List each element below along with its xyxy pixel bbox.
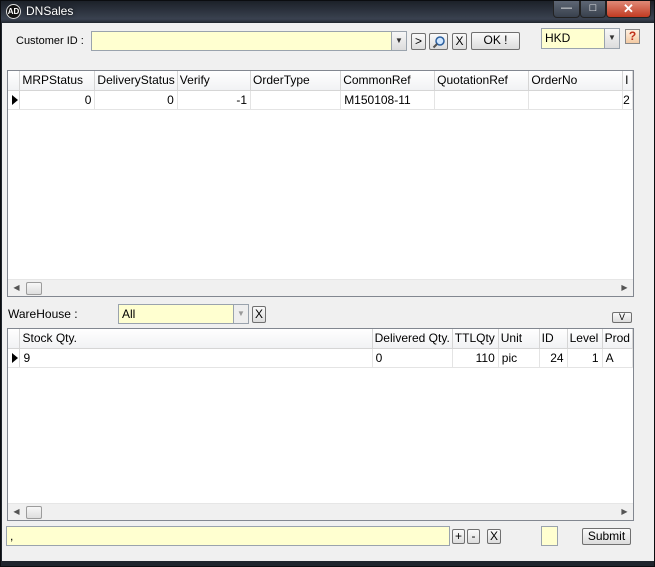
- window-title: DNSales: [26, 4, 74, 18]
- column-header[interactable]: Level: [567, 329, 603, 349]
- table-row[interactable]: 0 0 -1 M150108-11 2: [8, 90, 633, 110]
- scroll-left-arrow-icon[interactable]: ◀: [8, 504, 25, 520]
- help-button[interactable]: ?: [625, 29, 640, 44]
- minimize-button[interactable]: —: [553, 1, 580, 18]
- warehouse-dropdown-arrow-icon[interactable]: ▼: [233, 305, 248, 323]
- table-cell[interactable]: M150108-11: [340, 90, 436, 110]
- plus-button[interactable]: +: [452, 529, 465, 544]
- table-cell[interactable]: pic: [498, 348, 540, 368]
- scan-input[interactable]: ,: [6, 526, 450, 546]
- toggle-panel-button[interactable]: V: [612, 312, 632, 323]
- table-cell[interactable]: 24: [539, 348, 568, 368]
- table-cell[interactable]: [528, 90, 624, 110]
- scroll-right-arrow-icon[interactable]: ▶: [616, 280, 633, 296]
- table-cell[interactable]: 9: [19, 348, 373, 368]
- app-logo-icon: AD: [6, 4, 21, 19]
- warehouse-value: All: [122, 307, 136, 321]
- orders-table: MRPStatus DeliveryStatus Verify OrderTyp…: [8, 71, 633, 110]
- items-header-row: Stock Qty. Delivered Qty. TTLQty Unit ID…: [8, 329, 633, 349]
- warehouse-select[interactable]: All ▼: [118, 304, 249, 324]
- table-cell[interactable]: -1: [177, 90, 252, 110]
- table-cell[interactable]: 0: [19, 90, 96, 110]
- column-header[interactable]: Prod: [602, 329, 633, 349]
- column-header[interactable]: CommonRef: [340, 71, 436, 91]
- orders-grid[interactable]: MRPStatus DeliveryStatus Verify OrderTyp…: [7, 70, 634, 297]
- table-cell[interactable]: 2: [622, 90, 633, 110]
- close-icon: ✕: [623, 1, 634, 16]
- orders-header-row: MRPStatus DeliveryStatus Verify OrderTyp…: [8, 71, 633, 91]
- column-header[interactable]: Delivered Qty.: [372, 329, 453, 349]
- items-horizontal-scrollbar[interactable]: ◀ ▶: [8, 503, 633, 520]
- items-table: Stock Qty. Delivered Qty. TTLQty Unit ID…: [8, 329, 633, 368]
- next-button[interactable]: >: [411, 33, 426, 50]
- row-selector[interactable]: [8, 348, 21, 368]
- orders-horizontal-scrollbar[interactable]: ◀ ▶: [8, 279, 633, 296]
- currency-dropdown-arrow-icon[interactable]: ▼: [604, 29, 619, 48]
- currency-select[interactable]: HKD ▼: [541, 28, 620, 49]
- clear-warehouse-button[interactable]: X: [252, 306, 266, 323]
- customer-id-combobox[interactable]: ▼: [91, 31, 407, 51]
- dnsales-window: AD DNSales — □ ✕ Customer ID : ▼ > X OK …: [0, 0, 655, 567]
- table-cell[interactable]: A: [602, 348, 633, 368]
- column-header[interactable]: TTLQty: [452, 329, 499, 349]
- customer-dropdown-arrow-icon[interactable]: ▼: [391, 32, 406, 50]
- row-selector[interactable]: [8, 90, 21, 110]
- submit-button[interactable]: Submit: [582, 528, 631, 545]
- scroll-thumb[interactable]: [26, 506, 42, 519]
- table-cell[interactable]: [250, 90, 342, 110]
- scroll-left-arrow-icon[interactable]: ◀: [8, 280, 25, 296]
- currency-value: HKD: [545, 31, 571, 45]
- table-cell[interactable]: [434, 90, 530, 110]
- table-row[interactable]: 9 0 110 pic 24 1 A: [8, 348, 633, 368]
- title-bar[interactable]: AD DNSales — □ ✕: [1, 1, 655, 23]
- status-box: [541, 526, 558, 546]
- row-header-corner: [8, 329, 21, 349]
- table-cell[interactable]: 0: [94, 90, 178, 110]
- scroll-thumb[interactable]: [26, 282, 42, 295]
- column-header[interactable]: Unit: [498, 329, 540, 349]
- table-cell[interactable]: 1: [567, 348, 603, 368]
- column-header[interactable]: Stock Qty.: [19, 329, 373, 349]
- current-row-arrow-icon: [12, 94, 18, 105]
- maximize-button[interactable]: □: [580, 1, 606, 18]
- column-header[interactable]: Verify: [177, 71, 252, 91]
- magnifier-icon: [432, 36, 445, 49]
- client-area: Customer ID : ▼ > X OK ! HKD ▼ ? MRPStat…: [2, 23, 654, 561]
- items-grid[interactable]: Stock Qty. Delivered Qty. TTLQty Unit ID…: [7, 328, 634, 521]
- close-button[interactable]: ✕: [606, 1, 651, 18]
- maximize-icon: □: [589, 2, 597, 14]
- clear-input-button[interactable]: X: [487, 529, 501, 544]
- customer-id-label: Customer ID :: [16, 35, 84, 47]
- table-cell[interactable]: 110: [452, 348, 499, 368]
- row-header-corner: [8, 71, 21, 91]
- column-header[interactable]: ID: [539, 329, 568, 349]
- column-header[interactable]: OrderNo: [528, 71, 624, 91]
- search-button[interactable]: [429, 33, 448, 50]
- column-header[interactable]: DeliveryStatus: [94, 71, 178, 91]
- minimize-icon: —: [561, 2, 572, 14]
- scroll-right-arrow-icon[interactable]: ▶: [616, 504, 633, 520]
- column-header[interactable]: MRPStatus: [19, 71, 96, 91]
- ok-button[interactable]: OK !: [471, 32, 520, 50]
- minus-button[interactable]: -: [467, 529, 480, 544]
- warehouse-label: WareHouse :: [8, 307, 78, 321]
- column-header[interactable]: OrderType: [250, 71, 342, 91]
- column-header[interactable]: I: [622, 71, 633, 91]
- table-cell[interactable]: 0: [372, 348, 453, 368]
- column-header[interactable]: QuotationRef: [434, 71, 530, 91]
- clear-customer-button[interactable]: X: [452, 33, 467, 50]
- current-row-arrow-icon: [12, 352, 18, 363]
